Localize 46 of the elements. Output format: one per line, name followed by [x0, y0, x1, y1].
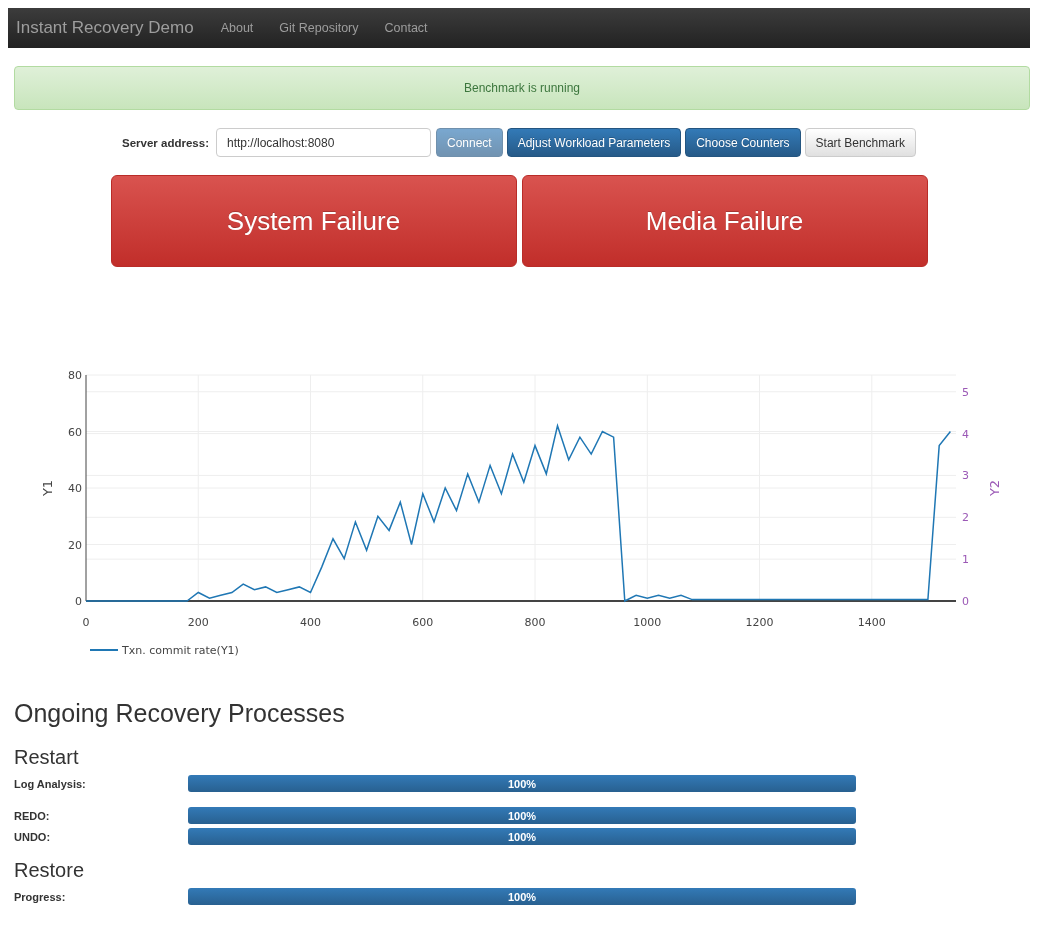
- axis-tick-label: 200: [187, 616, 209, 629]
- server-address-field[interactable]: http://localhost:8080: [216, 128, 431, 157]
- axis-tick-label: 1000: [633, 616, 662, 629]
- axis-tick-label: 0: [82, 616, 90, 629]
- progress-bar: 100%: [188, 828, 856, 845]
- axis-tick-label: 40: [68, 482, 82, 495]
- progress-label: REDO:: [14, 809, 51, 822]
- progress-label: UNDO:: [14, 830, 52, 843]
- axis-tick-label: 1200: [745, 616, 774, 629]
- brand-link[interactable]: Instant Recovery Demo: [16, 18, 194, 38]
- axis-tick-label: 0: [75, 595, 82, 608]
- nav-link[interactable]: About: [207, 21, 267, 35]
- axis-tick-label: 80: [68, 369, 82, 382]
- failure-button[interactable]: System Failure: [110, 175, 517, 267]
- legend-line-icon: [89, 649, 119, 651]
- axis-tick-label: 600: [412, 616, 434, 629]
- progress-bar: 100%: [188, 807, 856, 824]
- axis-title: Y2: [987, 479, 1002, 497]
- progress-label: Progress:: [14, 890, 67, 903]
- field-label: Server address:: [122, 136, 209, 149]
- axis-tick-label: 800: [524, 616, 546, 629]
- progress-bar: 100%: [188, 888, 856, 905]
- axis-tick-label: 1400: [857, 616, 886, 629]
- legend-label: Txn. commit rate(Y1): [122, 644, 239, 657]
- axis-tick-label: 1: [962, 553, 969, 567]
- nav-link[interactable]: Contact: [371, 21, 441, 35]
- action-button[interactable]: Choose Counters: [685, 128, 801, 157]
- nav-link[interactable]: Git Repository: [266, 21, 372, 35]
- failure-button[interactable]: Media Failure: [521, 175, 928, 267]
- axis-tick-label: 60: [68, 425, 82, 439]
- axis-tick-label: 400: [300, 616, 321, 629]
- action-button[interactable]: Start Benchmark: [804, 128, 916, 157]
- progress-bar: 100%: [188, 775, 856, 792]
- axis-tick-label: 2: [962, 511, 969, 525]
- axis-tick-label: 5: [962, 385, 969, 399]
- status-alert: Benchmark is running: [14, 66, 1030, 110]
- axis-tick-label: 20: [68, 538, 82, 552]
- subsection-heading: Restore: [14, 859, 86, 882]
- subsection-heading: Restart: [14, 746, 80, 769]
- axis-tick-label: 4: [962, 427, 969, 441]
- axis-tick-label: 3: [962, 469, 969, 483]
- action-button[interactable]: Adjust Workload Parameters: [506, 128, 682, 157]
- section-heading: Ongoing Recovery Processes: [14, 699, 346, 728]
- axis-tick-label: 0: [962, 595, 969, 608]
- progress-label: Log Analysis:: [14, 777, 87, 790]
- axis-title: Y1: [40, 479, 55, 497]
